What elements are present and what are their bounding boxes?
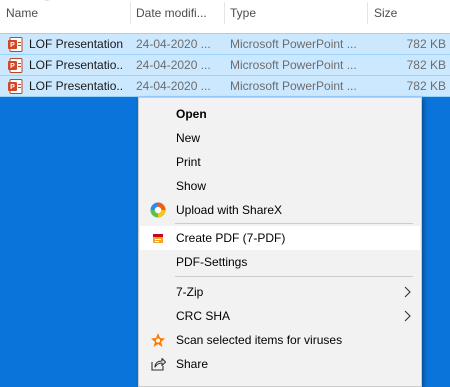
- file-type: Microsoft PowerPoint ...: [230, 58, 357, 72]
- file-size: 782 KB: [406, 79, 446, 93]
- menu-item-scan-viruses[interactable]: Scan selected items for viruses: [140, 328, 420, 352]
- powerpoint-file-icon: P: [8, 37, 23, 52]
- avast-icon: [151, 333, 165, 347]
- file-date: 24-04-2020 ...: [136, 79, 211, 93]
- menu-item-label: Scan selected items for viruses: [176, 333, 343, 347]
- file-date: 24-04-2020 ...: [136, 37, 211, 51]
- menu-item-label: Show: [176, 179, 207, 193]
- file-row[interactable]: P LOF Presentation 24-04-2020 ... Micros…: [0, 33, 450, 55]
- svg-text:P: P: [10, 63, 15, 70]
- menu-separator: [175, 276, 413, 277]
- svg-text:P: P: [10, 84, 15, 91]
- file-size: 782 KB: [406, 58, 446, 72]
- menu-item-show[interactable]: Show: [140, 174, 420, 198]
- file-type: Microsoft PowerPoint ...: [230, 79, 357, 93]
- svg-text:P: P: [10, 42, 15, 49]
- menu-item-label: New: [176, 131, 201, 145]
- chevron-right-icon: [404, 286, 411, 298]
- sharex-icon: [150, 202, 166, 218]
- column-divider[interactable]: [224, 2, 225, 24]
- menu-item-upload-sharex[interactable]: Upload with ShareX: [140, 198, 420, 222]
- menu-item-pdf-settings[interactable]: PDF-Settings: [140, 250, 420, 274]
- menu-item-new[interactable]: New: [140, 126, 420, 150]
- file-name: LOF Presentatio...: [29, 58, 124, 72]
- file-name: LOF Presentatio...: [29, 79, 124, 93]
- file-row[interactable]: P LOF Presentatio... 24-04-2020 ... Micr…: [0, 75, 450, 97]
- powerpoint-file-icon: P: [8, 79, 23, 94]
- file-type: Microsoft PowerPoint ...: [230, 37, 357, 51]
- column-header-name[interactable]: ⌃ Name: [6, 0, 50, 21]
- menu-item-open[interactable]: Open: [140, 102, 420, 126]
- chevron-right-icon: [404, 310, 411, 322]
- menu-item-label: Upload with ShareX: [176, 203, 283, 217]
- menu-item-label: PDF-Settings: [176, 255, 248, 269]
- menu-item-label: Open: [176, 107, 207, 121]
- column-divider[interactable]: [130, 2, 131, 24]
- powerpoint-file-icon: P: [8, 58, 23, 73]
- menu-item-7zip[interactable]: 7-Zip: [140, 280, 420, 304]
- sort-caret-icon: ⌃: [44, 0, 50, 6]
- menu-item-label: CRC SHA: [176, 309, 231, 323]
- file-date: 24-04-2020 ...: [136, 58, 211, 72]
- file-size: 782 KB: [406, 37, 446, 51]
- menu-item-label: 7-Zip: [176, 285, 204, 299]
- file-name: LOF Presentation: [29, 37, 124, 51]
- file-list: ⌃ Name Date modifi... Type Size P LOF Pr…: [0, 0, 450, 97]
- column-header-type[interactable]: Type: [230, 5, 256, 21]
- column-divider[interactable]: [367, 2, 368, 24]
- menu-item-share[interactable]: Share: [140, 352, 420, 376]
- context-menu: Open New Print Show Upload with ShareX C…: [138, 97, 422, 387]
- menu-item-label: Print: [176, 155, 201, 169]
- menu-item-label: Create PDF (7-PDF): [176, 231, 286, 245]
- file-row[interactable]: P LOF Presentatio... 24-04-2020 ... Micr…: [0, 54, 450, 76]
- column-header-size[interactable]: Size: [374, 5, 397, 21]
- menu-item-crc-sha[interactable]: CRC SHA: [140, 304, 420, 328]
- pdf-icon: [153, 234, 163, 243]
- menu-item-print[interactable]: Print: [140, 150, 420, 174]
- share-icon: [151, 357, 166, 371]
- menu-item-create-pdf[interactable]: Create PDF (7-PDF): [140, 226, 420, 250]
- column-header-row: ⌃ Name Date modifi... Type Size: [0, 0, 450, 28]
- menu-item-label: Share: [176, 357, 209, 371]
- menu-separator: [175, 223, 413, 224]
- column-header-date[interactable]: Date modifi...: [136, 5, 207, 21]
